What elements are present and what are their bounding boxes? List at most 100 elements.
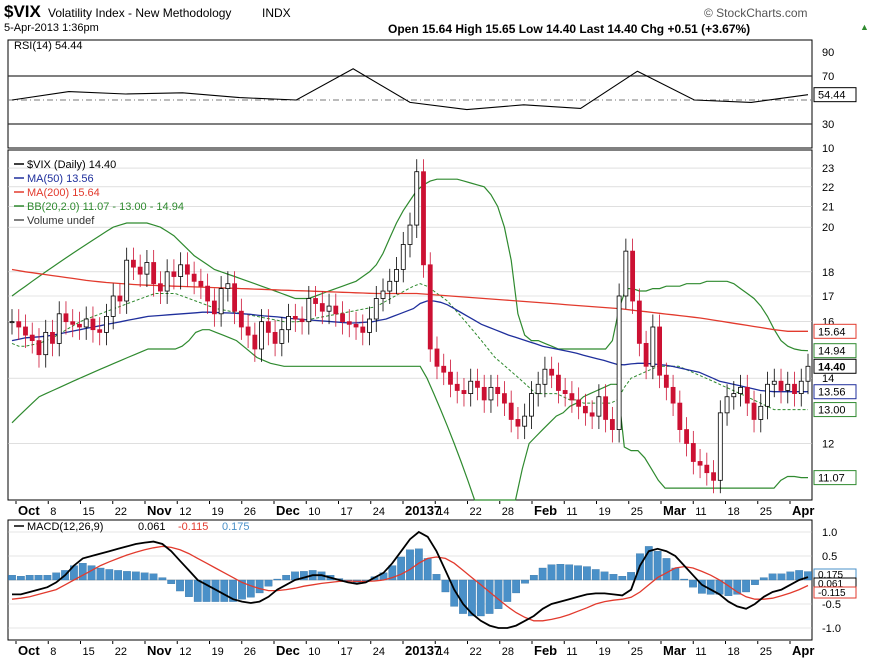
candle-body <box>636 300 642 344</box>
candle-body <box>704 464 710 474</box>
macd-hist-bar <box>600 571 609 581</box>
candle-body <box>724 396 730 414</box>
candle-body <box>461 390 467 394</box>
candle-body <box>670 386 676 404</box>
candle-body <box>542 368 548 385</box>
candle-body <box>144 262 150 275</box>
macd-hist-bar <box>441 579 450 593</box>
candle-body <box>414 171 420 226</box>
macd-hist-bar <box>591 569 600 581</box>
macd-x-label: 11 <box>695 646 706 658</box>
price-x-label: 22 <box>115 506 127 518</box>
candle-body <box>576 399 582 407</box>
price-tag-label: 13.56 <box>818 387 846 399</box>
candle-body <box>218 288 224 315</box>
price-x-label: 11 <box>695 506 706 518</box>
candle-body <box>299 318 305 323</box>
macd-tick-label: -1.0 <box>822 623 841 635</box>
rsi-legend: RSI(14) 54.44 <box>14 40 82 52</box>
candle-body <box>97 329 103 333</box>
macd-hist-bar <box>105 569 114 581</box>
macd-x-label: 24 <box>373 646 385 658</box>
candle-body <box>711 472 716 481</box>
candle-body <box>70 321 76 325</box>
macd-tick-label: -0.5 <box>822 599 841 611</box>
candle-body <box>454 383 460 391</box>
candle-body <box>765 383 770 407</box>
price-tick-label: 14 <box>822 373 834 385</box>
macd-legend-signal: -0.115 <box>178 521 208 533</box>
candle-body <box>191 273 197 282</box>
candle-body <box>549 368 555 376</box>
macd-hist-bar <box>78 563 87 581</box>
candle-body <box>663 374 669 388</box>
macd-hist-bar <box>485 579 494 614</box>
macd-hist-bar <box>264 579 273 587</box>
rsi-tick-label: 70 <box>822 71 834 83</box>
candle-body <box>630 250 636 302</box>
price-legend-item: $VIX (Daily) 14.40 <box>27 159 116 171</box>
candle-body <box>292 316 298 320</box>
macd-hist-bar <box>759 577 768 581</box>
candle-body <box>758 405 764 420</box>
macd-hist-bar <box>158 577 167 581</box>
candle-body <box>178 264 184 277</box>
candle-body <box>36 340 42 356</box>
macd-legend-hist: 0.175 <box>222 521 250 533</box>
candle-body <box>259 321 264 350</box>
price-x-label: 14 <box>437 506 449 518</box>
price-legend-item: MA(200) 15.64 <box>27 187 100 199</box>
candle-body <box>313 298 318 304</box>
macd-x-label: 28 <box>502 646 514 658</box>
price-x-label: 18 <box>728 506 740 518</box>
candle-body <box>252 334 258 350</box>
candle-body <box>535 383 541 394</box>
macd-x-label: 14 <box>437 646 449 658</box>
price-tag-label: 13.00 <box>818 405 846 417</box>
candle-body <box>475 380 480 388</box>
macd-x-label: 8 <box>50 646 56 658</box>
macd-hist-bar <box>529 575 538 581</box>
candle-body <box>603 396 609 420</box>
macd-x-label: 15 <box>83 646 95 658</box>
macd-hist-bar <box>777 573 786 581</box>
candle-body <box>306 298 312 323</box>
candle-body <box>340 313 345 323</box>
price-x-label: 8 <box>50 506 56 518</box>
candle-body <box>690 443 696 462</box>
macd-hist-bar <box>618 576 627 581</box>
candle-body <box>751 402 757 420</box>
candle-body <box>272 331 278 344</box>
candle-body <box>265 321 271 333</box>
candle-body <box>279 329 285 344</box>
candle-body <box>90 318 96 331</box>
price-panel: 23222120181716141215.6414.9414.4013.5613… <box>7 149 857 518</box>
candle-body <box>360 326 366 333</box>
macd-hist-bar <box>140 572 149 581</box>
macd-x-label: 26 <box>244 646 256 658</box>
price-x-label: 28 <box>502 506 514 518</box>
candle-body <box>387 280 393 292</box>
candle-body <box>556 374 561 391</box>
candle-body <box>232 283 238 312</box>
candle-body <box>508 402 514 420</box>
price-x-label: Oct <box>18 503 40 518</box>
candle-body <box>434 348 440 367</box>
rsi-tick-label: 30 <box>822 119 834 131</box>
price-x-label: Mar <box>663 503 686 518</box>
candle-body <box>124 259 130 302</box>
candle-body <box>83 318 89 328</box>
candle-body <box>785 383 791 391</box>
macd-hist-bar <box>255 579 264 594</box>
price-tick-label: 23 <box>822 163 834 175</box>
rsi-last-label: 54.44 <box>818 90 846 102</box>
price-tick-label: 18 <box>822 267 834 279</box>
macd-hist-bar <box>193 579 202 602</box>
price-x-label: 25 <box>631 506 643 518</box>
candle-body <box>427 264 433 350</box>
candle-body <box>488 386 494 401</box>
candle-body <box>481 386 487 401</box>
candle-body <box>650 326 656 367</box>
price-x-label: 20137 <box>405 503 441 518</box>
price-x-label: 11 <box>566 506 577 518</box>
